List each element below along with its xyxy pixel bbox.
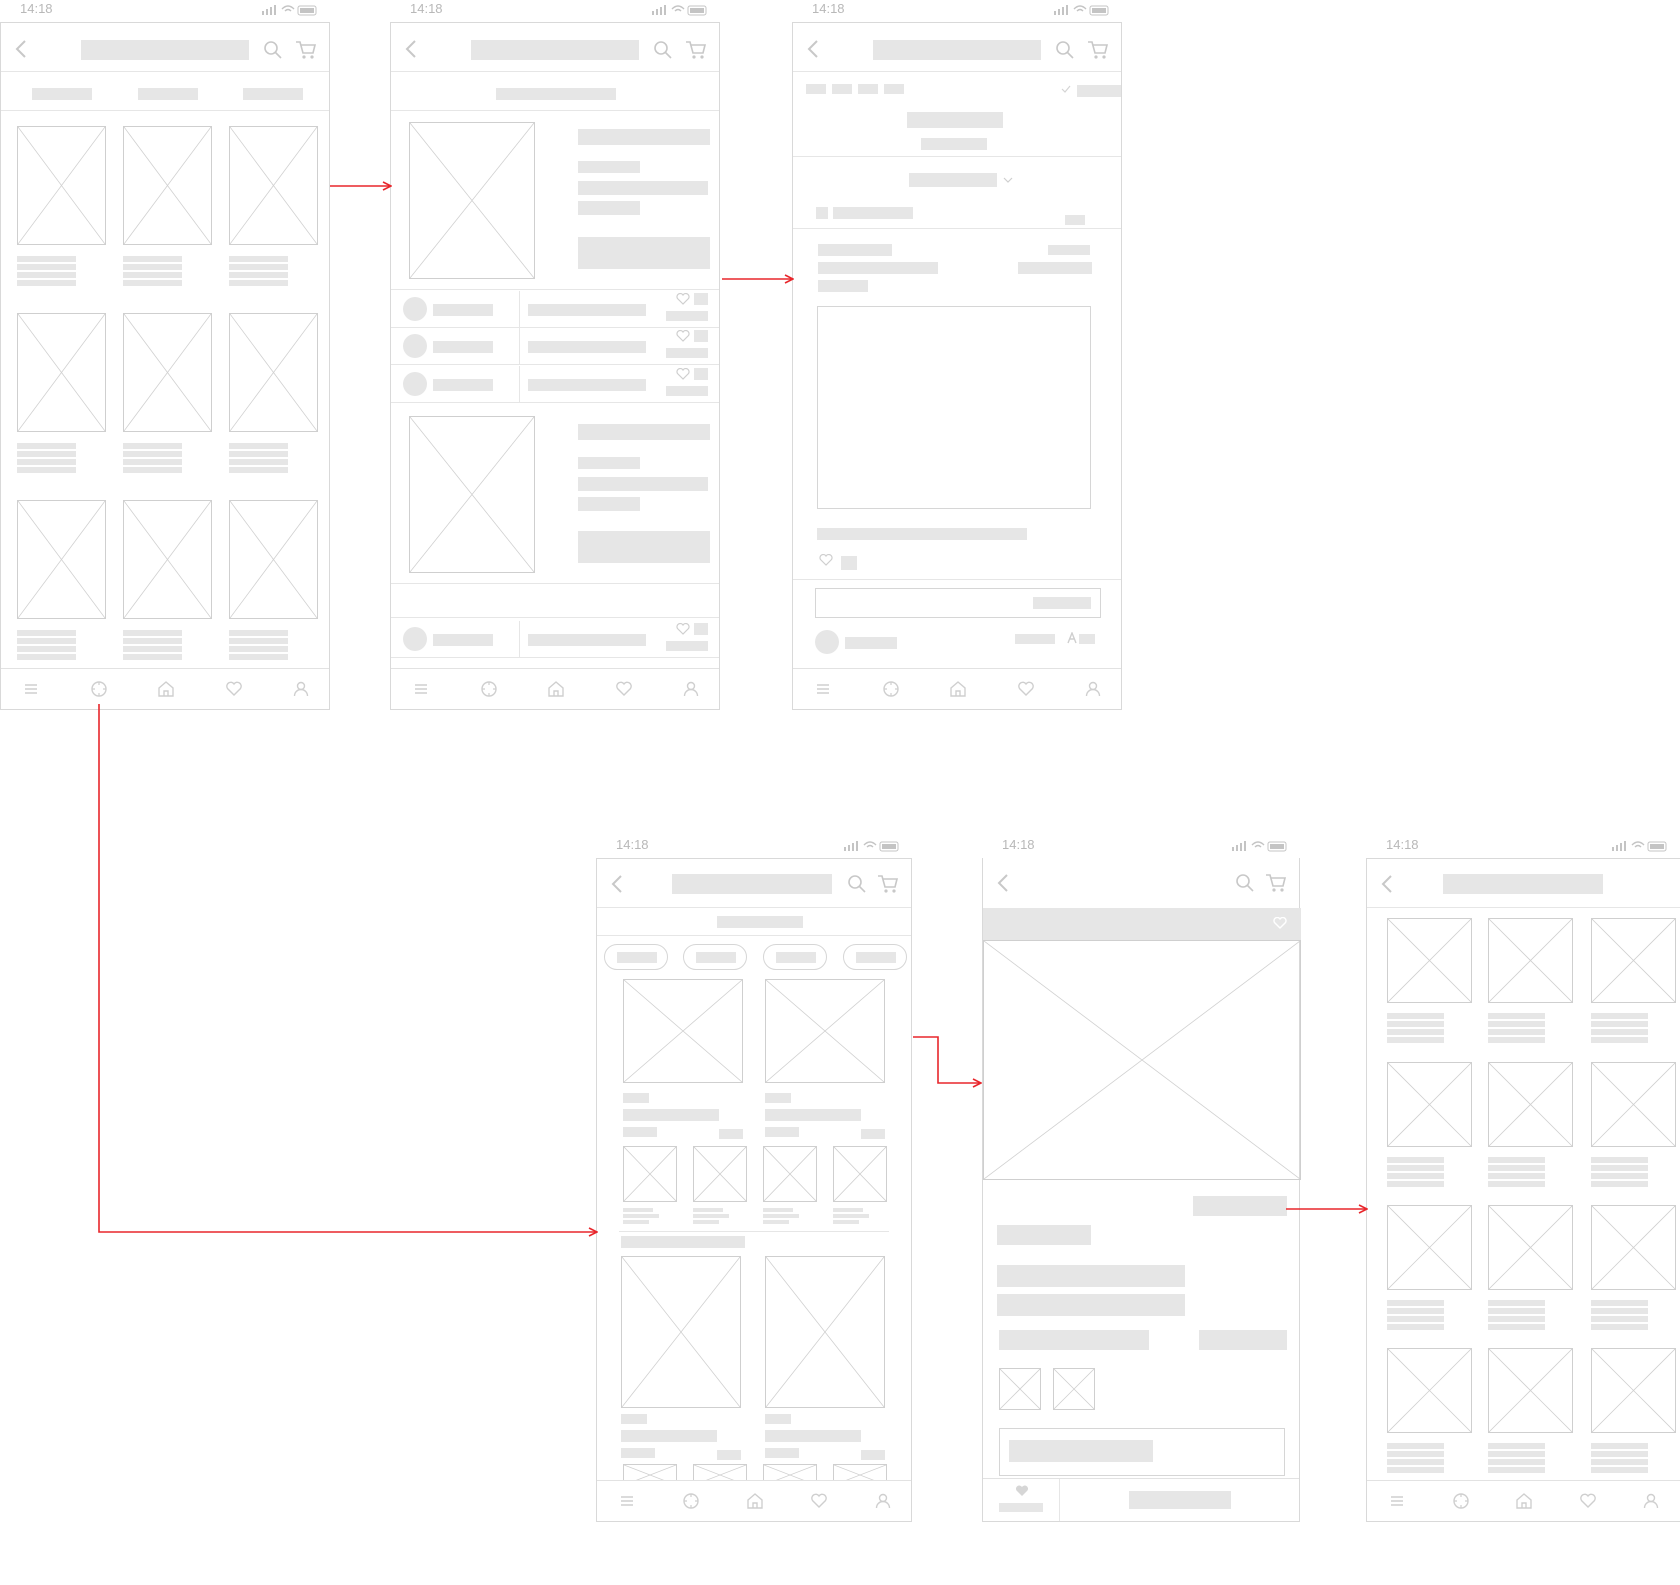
flow-arrow-feed-to-detail (913, 1036, 980, 1083)
flow-arrows (98, 0, 1680, 1585)
flow-arrow-grid-to-feed (98, 704, 596, 1232)
